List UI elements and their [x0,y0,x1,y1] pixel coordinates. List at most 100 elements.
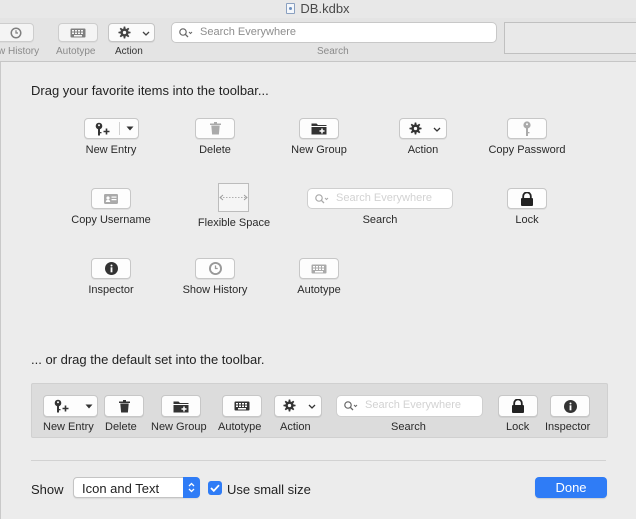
gear-icon [283,399,296,412]
done-button[interactable]: Done [535,477,607,498]
popup-arrows-icon [183,477,200,498]
chevron-down-icon [85,404,93,409]
flexible-space-icon [219,194,248,201]
palette-item-lock[interactable]: Lock [467,188,587,226]
autotype-toolbar-button[interactable] [58,23,98,42]
keyboard-icon [311,264,327,273]
default-autotype-label: Autotype [218,421,262,433]
new-group-label: New Group [291,144,347,156]
default-inspector-label: Inspector [545,421,591,433]
copy-password-label: Copy Password [488,144,566,156]
default-new-group-label: New Group [151,421,207,433]
palette-search-placeholder: Search Everywhere [336,192,432,204]
default-lock-label: Lock [506,421,530,433]
id-card-icon [104,193,118,204]
show-history-label: Show History [182,284,248,296]
show-history-button[interactable] [195,258,235,279]
default-new-entry-button[interactable] [43,395,98,417]
default-autotype-button[interactable] [222,395,262,417]
default-action-button[interactable] [274,395,322,417]
inspector-label: Inspector [88,284,134,296]
checkmark-icon [210,484,220,492]
palette-item-flexible-space[interactable]: Flexible Space [174,183,294,229]
clock-icon [10,27,22,39]
use-small-size-checkbox[interactable] [208,481,222,495]
default-new-group-button[interactable] [161,395,201,417]
lock-icon [512,399,524,413]
palette-item-action[interactable]: Action [363,118,483,156]
toolbar-empty-slot [504,22,636,54]
delete-label: Delete [199,144,231,156]
segment-divider [119,122,120,135]
footer-divider [31,460,606,461]
show-history-toolbar-label: w History [0,46,40,57]
toolbar-search-label: Search [317,46,349,57]
show-label: Show [31,482,64,497]
palette-item-inspector[interactable]: Inspector [51,258,171,296]
trash-icon [209,122,221,135]
action-label: Action [407,144,439,156]
gear-icon [118,26,131,39]
trash-icon [118,399,130,412]
show-history-toolbar-button[interactable] [0,23,34,42]
default-delete-button[interactable] [104,395,144,417]
lock-button[interactable] [507,188,547,209]
default-lock-button[interactable] [498,395,538,417]
flexible-space-label: Flexible Space [197,217,271,229]
customize-toolbar-sheet: Drag your favorite items into the toolba… [0,62,636,519]
palette-item-copy-username[interactable]: Copy Username [51,188,171,226]
folder-plus-icon [173,401,189,412]
key-icon [523,121,531,136]
copy-username-button[interactable] [91,188,131,209]
use-small-size-label[interactable]: Use small size [227,482,311,497]
default-inspector-button[interactable] [550,395,590,417]
copy-password-button[interactable] [507,118,547,139]
chevron-down-icon [142,31,150,36]
palette-item-new-entry[interactable]: New Entry [51,118,171,156]
default-search-placeholder: Search Everywhere [365,399,461,411]
new-entry-button[interactable] [84,118,139,139]
default-search-field[interactable]: Search Everywhere [336,395,483,417]
chevron-down-icon [308,404,316,409]
keyboard-icon [70,28,86,38]
info-icon [563,399,577,413]
key-plus-icon [54,399,69,413]
search-label: Search [362,214,398,226]
chevron-down-icon [126,126,134,131]
chevron-down-icon [433,127,441,132]
window-title: DB.kdbx [300,1,350,16]
document-icon [286,3,296,14]
flexible-space-box[interactable] [218,183,249,212]
toolbar-search-field[interactable]: Search Everywhere [171,22,497,43]
palette-item-delete[interactable]: Delete [155,118,275,156]
default-new-entry-label: New Entry [43,421,94,433]
palette-item-copy-password[interactable]: Copy Password [467,118,587,156]
delete-button[interactable] [195,118,235,139]
palette-item-autotype[interactable]: Autotype [259,258,379,296]
palette-item-search[interactable]: Search Everywhere Search [307,188,453,226]
palette-item-show-history[interactable]: Show History [155,258,275,296]
favorites-heading: Drag your favorite items into the toolba… [31,83,269,98]
toolbar-search-placeholder: Search Everywhere [200,26,296,38]
action-button[interactable] [399,118,447,139]
palette-search-field[interactable]: Search Everywhere [307,188,453,209]
default-search-label: Search [391,421,426,433]
search-icon [315,194,329,204]
action-toolbar-button[interactable] [108,23,155,42]
palette-item-new-group[interactable]: New Group [259,118,379,156]
show-mode-popup[interactable]: Icon and Text [73,477,200,498]
lock-icon [521,191,533,206]
inspector-button[interactable] [91,258,131,279]
default-toolbar-set[interactable]: New Entry Delete New Group Autotype Acti… [31,383,608,438]
info-icon [104,262,118,275]
key-plus-icon [95,122,110,135]
autotype-label: Autotype [297,284,341,296]
search-icon [179,28,193,38]
folder-plus-icon [311,123,327,135]
autotype-button[interactable] [299,258,339,279]
lock-label: Lock [515,214,539,226]
search-icon [344,401,358,411]
keyboard-icon [234,401,250,411]
new-group-button[interactable] [299,118,339,139]
default-action-label: Action [280,421,311,433]
